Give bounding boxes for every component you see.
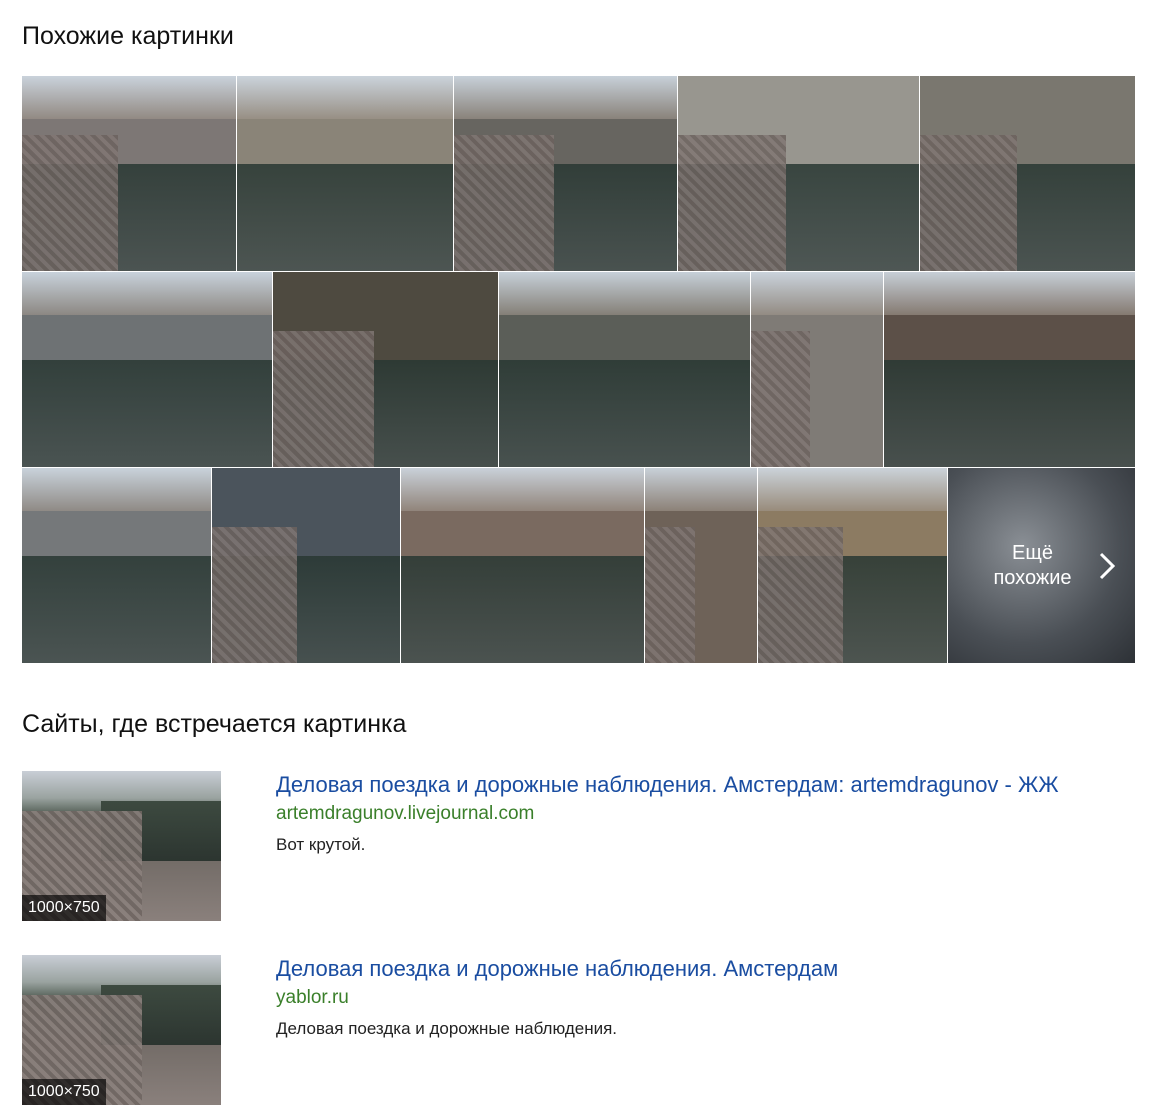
similar-image-15[interactable] [758,468,948,664]
similar-image-1[interactable] [22,76,237,272]
result-snippet: Вот крутой. [276,835,366,854]
similar-image-9[interactable] [751,272,884,468]
similar-image-6[interactable] [22,272,273,468]
similar-image-2[interactable] [237,76,454,272]
result-snippet: Деловая поездка и дорожные наблюдения. [276,1019,618,1038]
result-title-link[interactable]: Деловая поездка и дорожные наблюдения. А… [276,955,838,983]
image-size-badge: 1000×750 [22,1079,106,1105]
similar-image-4[interactable] [678,76,920,272]
similar-images-heading: Похожие картинки [22,22,234,50]
similar-image-11[interactable] [22,468,212,664]
result-title-link[interactable]: Деловая поездка и дорожные наблюдения. А… [276,771,1059,799]
similar-image-5[interactable] [920,76,1136,272]
similar-image-3[interactable] [454,76,678,272]
similar-image-7[interactable] [273,272,499,468]
result-thumbnail[interactable]: 1000×750 [22,771,221,921]
similar-image-8[interactable] [499,272,751,468]
site-result: 1000×750 Деловая поездка и дорожные набл… [22,955,1142,1105]
similar-image-10[interactable] [884,272,1136,468]
similar-images-grid: Ещё похожие [22,76,1136,664]
grid-row: Ещё похожие [22,468,1136,664]
similar-image-13[interactable] [401,468,645,664]
result-url: artemdragunov.livejournal.com [276,803,535,824]
more-similar-label: Ещё похожие [993,541,1072,589]
result-url: yablor.ru [276,987,349,1008]
similar-image-14[interactable] [645,468,758,664]
grid-row [22,76,1136,272]
grid-row [22,272,1136,468]
sites-heading: Сайты, где встречается картинка [22,710,407,738]
image-size-badge: 1000×750 [22,895,106,921]
similar-image-12[interactable] [212,468,401,664]
chevron-right-icon [1099,552,1116,579]
result-thumbnail[interactable]: 1000×750 [22,955,221,1105]
site-result: 1000×750 Деловая поездка и дорожные набл… [22,771,1142,921]
more-similar-button[interactable]: Ещё похожие [948,468,1136,664]
